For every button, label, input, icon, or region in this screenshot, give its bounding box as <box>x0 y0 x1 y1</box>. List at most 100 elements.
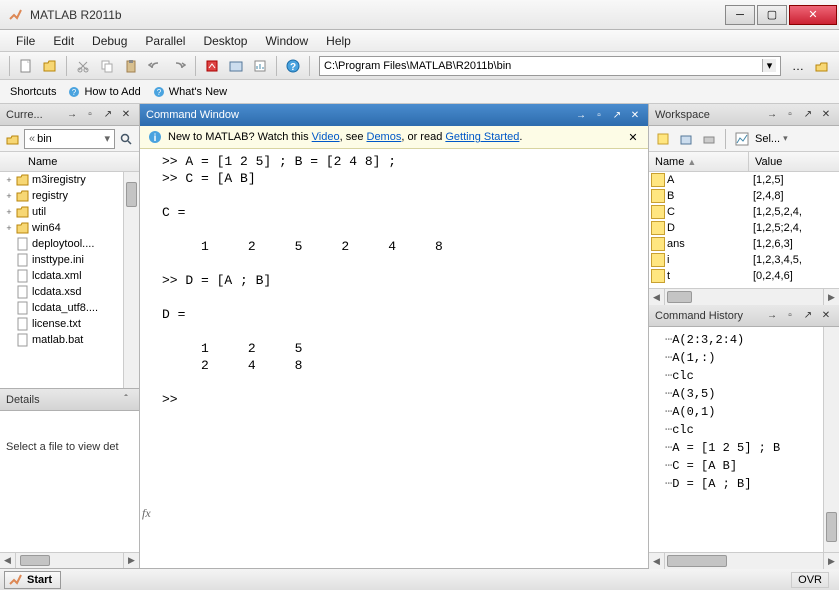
history-item[interactable]: ⋯A(0,1) <box>665 403 839 421</box>
history-item[interactable]: ⋯clc <box>665 367 839 385</box>
scrollbar-thumb[interactable] <box>667 555 727 567</box>
command-window-body[interactable]: fx>> A = [1 2 5] ; B = [2 4 8] ; >> C = … <box>140 149 648 568</box>
crumb-dropdown-icon[interactable]: ▾ <box>104 132 110 145</box>
workspace-row[interactable]: ans[1,2,6,3] <box>649 236 839 252</box>
panel-close-icon[interactable]: ✕ <box>119 108 133 122</box>
shortcut-whats-new[interactable]: ? What's New <box>153 86 227 98</box>
currentfolder-header[interactable]: Name <box>0 152 139 172</box>
copy-button[interactable] <box>96 55 118 77</box>
folder-crumb-box[interactable]: « bin ▾ <box>24 129 115 149</box>
workspace-row[interactable]: t[0,2,4,6] <box>649 268 839 284</box>
menu-desktop[interactable]: Desktop <box>195 32 255 50</box>
workspace-row[interactable]: i[1,2,3,4,5, <box>649 252 839 268</box>
menu-edit[interactable]: Edit <box>45 32 82 50</box>
history-item[interactable]: ⋯D = [A ; B] <box>665 475 839 493</box>
panel-dock-icon[interactable]: → <box>765 309 779 323</box>
crumb-left-icon[interactable]: « <box>29 133 35 145</box>
details-collapse-icon[interactable]: ˆ <box>119 393 133 407</box>
file-row[interactable]: +util <box>0 204 139 220</box>
workspace-header-name[interactable]: Name ▲ <box>649 152 749 171</box>
path-dropdown-icon[interactable]: ▾ <box>762 59 776 72</box>
browse-folder-button[interactable]: … <box>787 55 809 77</box>
scrollbar-thumb[interactable] <box>20 555 50 566</box>
file-row[interactable]: matlab.bat <box>0 332 139 348</box>
scroll-left-icon[interactable]: ◀ <box>0 553 16 568</box>
panel-min-icon[interactable]: ▫ <box>783 309 797 323</box>
history-item[interactable]: ⋯A = [1 2 5] ; B <box>665 439 839 457</box>
guide-button[interactable] <box>225 55 247 77</box>
panel-dock-icon[interactable]: → <box>765 108 779 122</box>
open-file-button[interactable] <box>39 55 61 77</box>
parent-folder-button[interactable] <box>811 55 833 77</box>
menu-file[interactable]: File <box>8 32 43 50</box>
file-row[interactable]: deploytool.... <box>0 236 139 252</box>
scroll-left-icon[interactable]: ◀ <box>649 289 665 305</box>
panel-dock-icon[interactable]: → <box>65 108 79 122</box>
history-item[interactable]: ⋯A(3,5) <box>665 385 839 403</box>
maximize-button[interactable]: ▢ <box>757 5 787 25</box>
workspace-row[interactable]: B[2,4,8] <box>649 188 839 204</box>
panel-max-icon[interactable]: ↗ <box>610 108 624 122</box>
expand-icon[interactable]: + <box>4 223 14 233</box>
vertical-scrollbar[interactable] <box>123 172 139 388</box>
shortcut-howto-add[interactable]: ? How to Add <box>68 86 140 98</box>
file-row[interactable]: lcdata.xml <box>0 268 139 284</box>
file-row[interactable]: license.txt <box>0 316 139 332</box>
history-item[interactable]: ⋯A(2:3,2:4) <box>665 331 839 349</box>
expand-icon[interactable]: + <box>4 175 14 185</box>
paste-button[interactable] <box>120 55 142 77</box>
close-button[interactable]: ✕ <box>789 5 837 25</box>
scrollbar-thumb[interactable] <box>667 291 692 303</box>
new-variable-button[interactable] <box>653 129 673 149</box>
new-file-button[interactable] <box>15 55 37 77</box>
panel-min-icon[interactable]: ▫ <box>783 108 797 122</box>
scroll-right-icon[interactable]: ▶ <box>823 553 839 569</box>
file-row[interactable]: lcdata.xsd <box>0 284 139 300</box>
minimize-button[interactable]: ─ <box>725 5 755 25</box>
fx-icon[interactable]: fx <box>142 505 151 522</box>
scrollbar-thumb[interactable] <box>126 182 137 207</box>
panel-close-icon[interactable]: ✕ <box>628 108 642 122</box>
hint-demos-link[interactable]: Demos <box>367 131 402 143</box>
folder-up-button[interactable] <box>4 130 22 148</box>
plot-button[interactable] <box>732 129 752 149</box>
vertical-scrollbar[interactable] <box>823 327 839 552</box>
undo-button[interactable] <box>144 55 166 77</box>
expand-icon[interactable]: + <box>4 207 14 217</box>
workspace-scrollbar[interactable]: ◀▶ <box>649 288 839 304</box>
scrollbar-thumb[interactable] <box>826 512 837 542</box>
workspace-row[interactable]: C[1,2,5,2,4, <box>649 204 839 220</box>
file-row[interactable]: lcdata_utf8.... <box>0 300 139 316</box>
simulink-button[interactable] <box>201 55 223 77</box>
menu-debug[interactable]: Debug <box>84 32 135 50</box>
help-button[interactable]: ? <box>282 55 304 77</box>
plot-select-label[interactable]: Sel... <box>755 133 780 145</box>
menu-window[interactable]: Window <box>257 32 316 50</box>
scroll-right-icon[interactable]: ▶ <box>123 553 139 568</box>
panel-max-icon[interactable]: ↗ <box>101 108 115 122</box>
file-row[interactable]: +m3iregistry <box>0 172 139 188</box>
workspace-row[interactable]: A[1,2,5] <box>649 172 839 188</box>
expand-icon[interactable]: + <box>4 191 14 201</box>
workspace-header-value[interactable]: Value <box>749 152 839 171</box>
command-history-body[interactable]: ⋯A(2:3,2:4)⋯A(1,:)⋯clc⋯A(3,5)⋯A(0,1)⋯clc… <box>649 327 839 552</box>
hint-video-link[interactable]: Video <box>312 131 340 143</box>
panel-min-icon[interactable]: ▫ <box>83 108 97 122</box>
hint-getting-started-link[interactable]: Getting Started <box>445 131 519 143</box>
menu-help[interactable]: Help <box>318 32 359 50</box>
workspace-row[interactable]: D[1,2,5;2,4, <box>649 220 839 236</box>
panel-min-icon[interactable]: ▫ <box>592 108 606 122</box>
horizontal-scrollbar[interactable]: ◀▶ <box>649 552 839 568</box>
history-item[interactable]: ⋯A(1,:) <box>665 349 839 367</box>
panel-close-icon[interactable]: ✕ <box>819 108 833 122</box>
print-button[interactable] <box>699 129 719 149</box>
file-row[interactable]: +win64 <box>0 220 139 236</box>
panel-max-icon[interactable]: ↗ <box>801 108 815 122</box>
redo-button[interactable] <box>168 55 190 77</box>
file-row[interactable]: +registry <box>0 188 139 204</box>
plot-dropdown-icon[interactable]: ▾ <box>783 133 788 144</box>
hint-close-button[interactable]: ✕ <box>626 131 640 144</box>
history-item[interactable]: ⋯C = [A B] <box>665 457 839 475</box>
currentfolder-pathbox[interactable]: C:\Program Files\MATLAB\R2011b\bin ▾ <box>319 56 781 76</box>
scroll-right-icon[interactable]: ▶ <box>823 289 839 305</box>
